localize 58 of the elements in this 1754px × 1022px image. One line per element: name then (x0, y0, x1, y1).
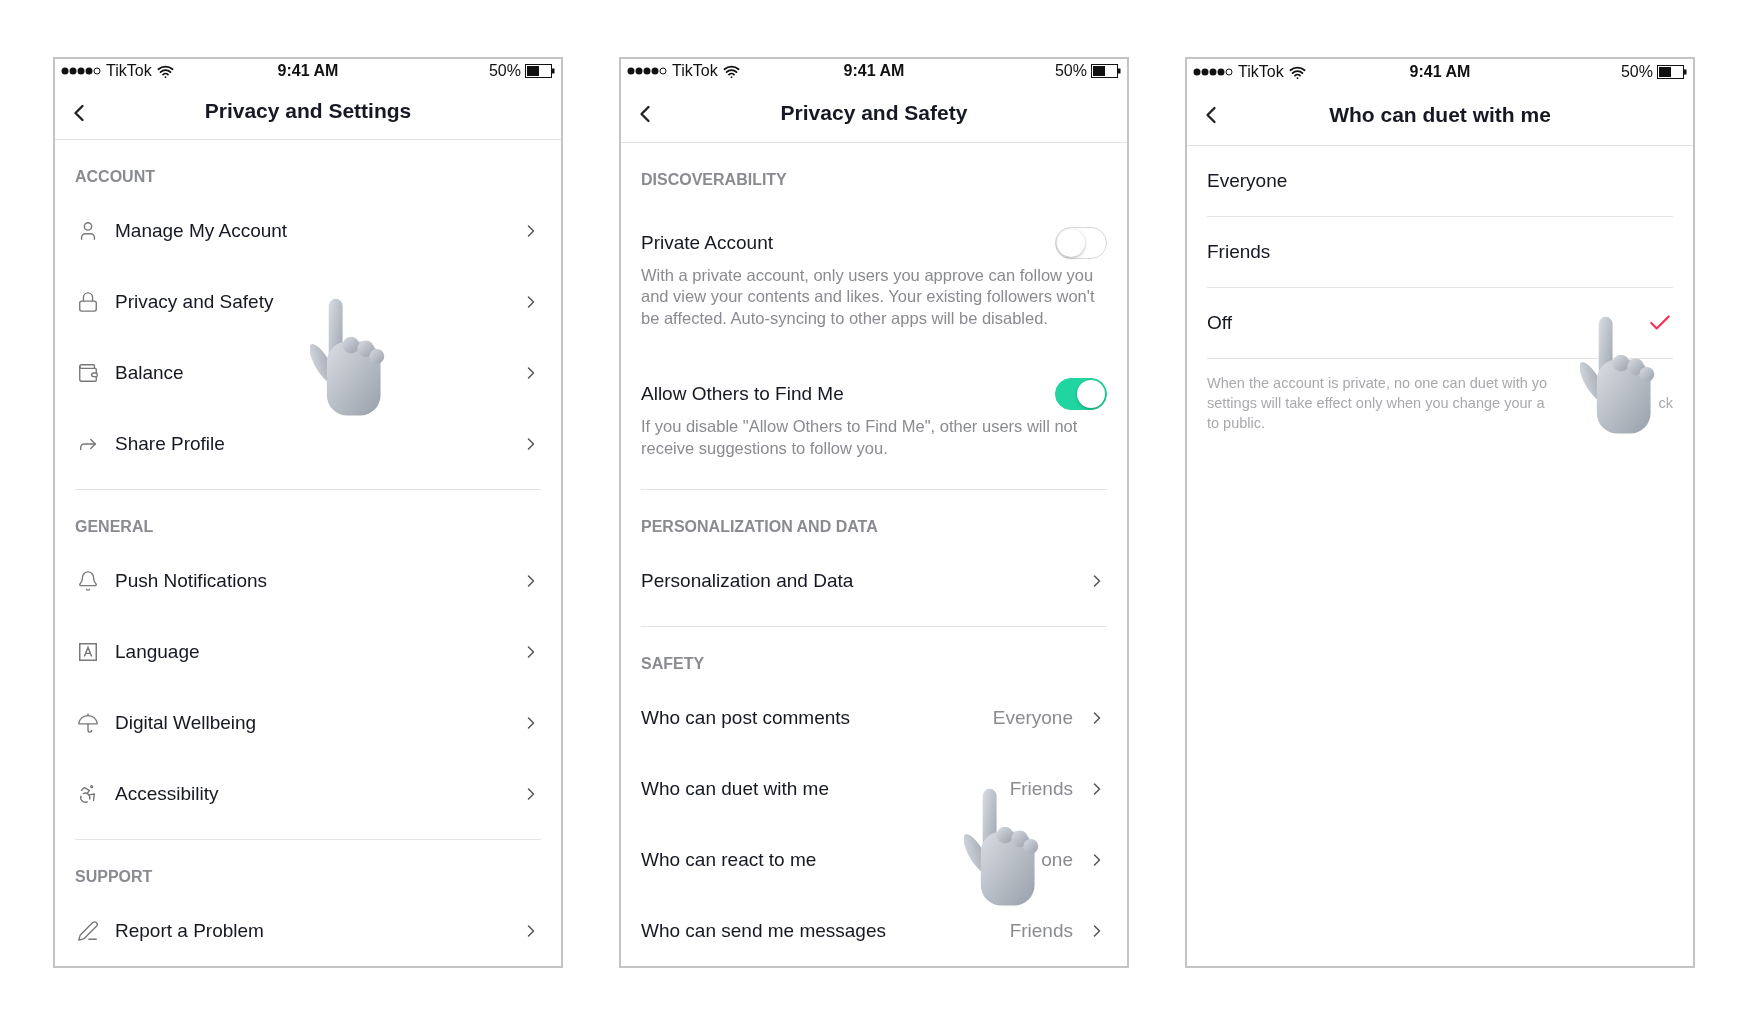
pointing-hand-icon (310, 298, 385, 416)
row-label[interactable]: Balance (115, 361, 184, 384)
signal-icon (61, 67, 101, 76)
footnote-text: ck (1658, 394, 1673, 413)
row-label[interactable]: Report a Problem (115, 919, 264, 942)
row-label[interactable]: Manage My Account (115, 219, 288, 242)
pencil-icon (75, 919, 101, 942)
section-heading: DISCOVERABILITY (641, 169, 788, 190)
battery-icon (525, 64, 555, 79)
option-row[interactable]: Everyone (1207, 146, 1673, 217)
screen-title: Who can duet with me (1329, 103, 1551, 127)
battery-percent: 50% (1620, 63, 1653, 81)
battery-percent: 50% (1054, 62, 1087, 81)
section-heading: SUPPORT (75, 867, 154, 887)
screen-title: Privacy and Settings (204, 99, 412, 124)
row-label[interactable]: Personalization and Data (641, 569, 854, 592)
row-label[interactable]: Language (115, 640, 200, 663)
row-label[interactable]: Who can duet with me (641, 777, 829, 800)
signal-icon (1193, 68, 1233, 76)
row-value: one (1041, 848, 1073, 871)
carrier-name: TikTok (106, 62, 152, 81)
row-label[interactable]: Push Notifications (115, 569, 268, 592)
footnote-text: When the account is private, no one can duet with yo (1207, 374, 1548, 393)
setting-label: Private Account (641, 231, 774, 254)
option-row[interactable]: Friends (1207, 217, 1673, 288)
row-label[interactable]: Accessibility (115, 782, 219, 805)
row-label[interactable]: Privacy and Safety (115, 290, 274, 313)
screen-title: Privacy and Safety (780, 100, 968, 125)
row-label[interactable]: Digital Wellbeing (115, 711, 257, 734)
carrier-name: TikTok (672, 62, 718, 81)
row-value: Friends (1009, 919, 1073, 942)
footnote-text: to public. (1207, 414, 1266, 433)
row-label[interactable]: Who can send me messages (641, 919, 886, 942)
row-label[interactable]: Who can react to me (641, 848, 817, 871)
signal-icon (627, 67, 667, 76)
setting-description: If you disable "Allow Others to Find Me", other users will not receive suggestions to follow you. (641, 416, 1079, 459)
section-heading: ACCOUNT (75, 167, 156, 187)
battery-icon (1657, 65, 1687, 79)
section-heading: SAFETY (641, 654, 706, 674)
row-value: Friends (1009, 777, 1073, 800)
setting-description: With a private account, only users you approve can follow you and view your contents and likes. Your existing followers won't be affected. Auto-syncing to other apps will be disabled. (641, 264, 1096, 329)
battery-percent: 50% (488, 62, 521, 81)
toggle-switch[interactable] (1055, 226, 1107, 259)
status-time: 9:41 AM (843, 62, 905, 81)
umbrella-icon (75, 711, 101, 734)
carrier-name: TikTok (1238, 63, 1284, 81)
row-label[interactable]: Who can post comments (641, 706, 851, 729)
toggle-switch[interactable] (1055, 378, 1107, 410)
section-heading: PERSONALIZATION AND DATA (641, 517, 879, 537)
row-value: Everyone (992, 706, 1073, 729)
row-label[interactable]: Share Profile (115, 432, 225, 455)
battery-icon (1091, 64, 1121, 79)
status-time: 9:41 AM (277, 62, 339, 81)
setting-label: Allow Others to Find Me (641, 383, 844, 405)
section-heading: GENERAL (75, 517, 155, 537)
pointing-hand-icon (1580, 316, 1655, 434)
footnote-text: settings will take effect only when you change your a (1207, 394, 1545, 413)
status-time: 9:41 AM (1409, 63, 1471, 81)
